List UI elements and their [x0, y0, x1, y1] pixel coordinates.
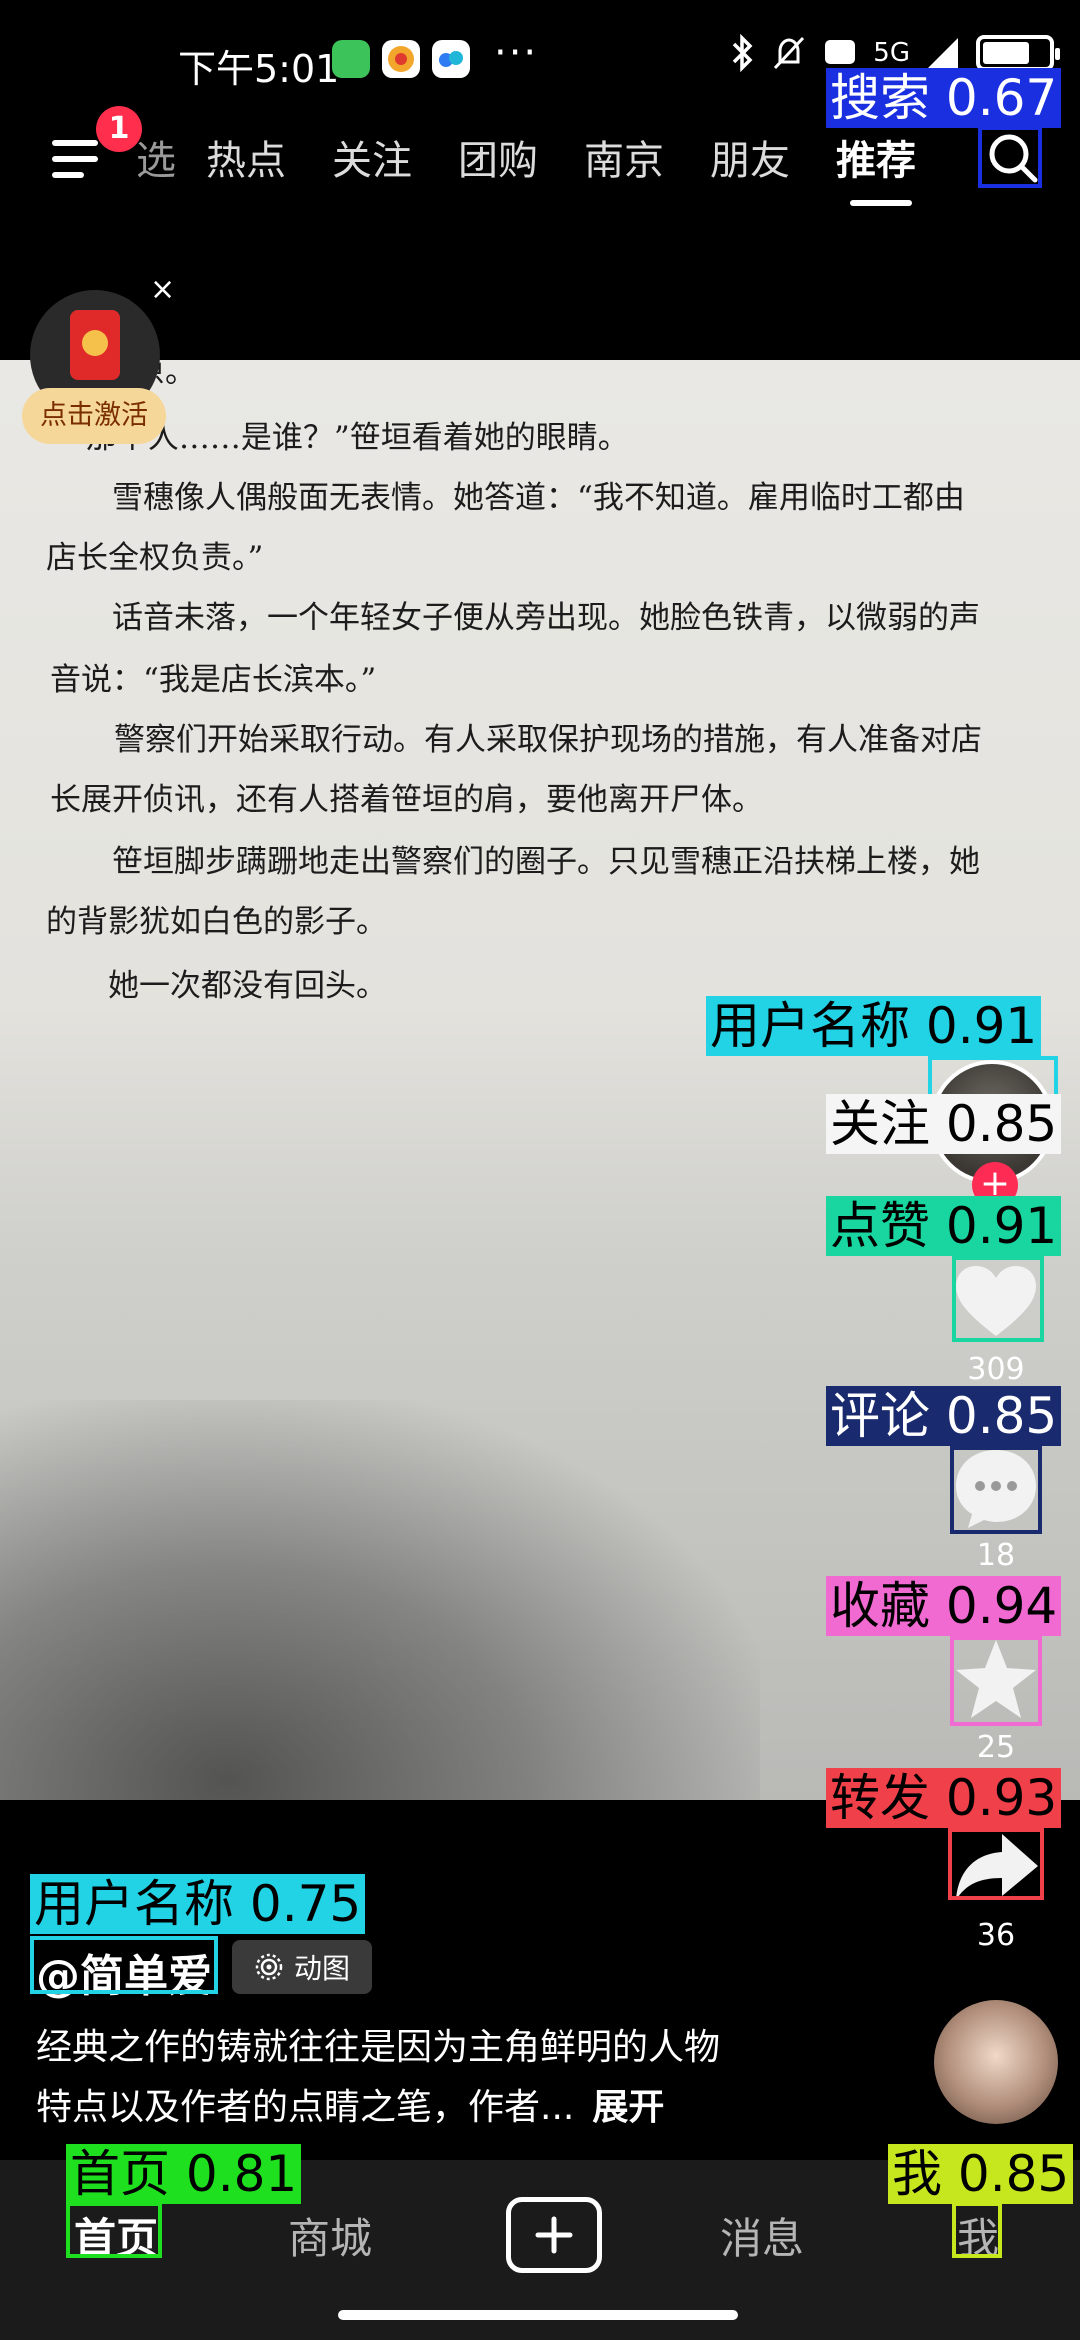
- detection-label-comment: 评论 0.85: [826, 1386, 1062, 1446]
- tab-friends[interactable]: 朋友: [710, 128, 790, 186]
- live-photo-icon: [255, 1953, 283, 1981]
- bluetooth-icon: [733, 34, 753, 72]
- detection-label-search: 搜索 0.67: [826, 68, 1062, 128]
- tab-hot[interactable]: 热点: [206, 128, 286, 186]
- post-description-line2: 特点以及作者的点睛之笔，作者... 展开: [36, 2078, 664, 2130]
- detection-label-home: 首页 0.81: [66, 2144, 302, 2204]
- activate-button[interactable]: 点击激活: [22, 388, 166, 444]
- tab-partial[interactable]: 选: [136, 128, 176, 186]
- close-icon[interactable]: ×: [150, 272, 175, 307]
- detection-label-follow: 关注 0.85: [826, 1094, 1062, 1154]
- animated-image-chip[interactable]: 动图: [232, 1940, 372, 1994]
- plus-icon: [535, 2216, 573, 2254]
- music-avatar[interactable]: [934, 2000, 1058, 2124]
- status-right-icons: 5G: [729, 34, 1060, 72]
- detection-box-favorite: [950, 1636, 1042, 1726]
- book-line: 的背影犹如白色的影子。: [46, 904, 387, 940]
- book-line: 雪穗像人偶般面无表情。她答道：“我不知道。雇用临时工都由: [50, 480, 965, 516]
- book-line: 长展开侦讯，还有人搭着笹垣的肩，要他离开尸体。: [50, 782, 763, 818]
- detection-box-me: [952, 2202, 1002, 2258]
- detection-label-share: 转发 0.93: [826, 1768, 1062, 1828]
- favorite-count: 25: [976, 1730, 1016, 1765]
- green-app-icon: [332, 40, 370, 78]
- nav-mall[interactable]: 商城: [260, 2205, 400, 2266]
- status-more-dots: ···: [494, 30, 539, 76]
- book-line: 笹垣脚步蹒跚地走出警察们的圈子。只见雪穗正沿扶梯上楼，她: [50, 844, 980, 880]
- share-count: 36: [976, 1918, 1016, 1953]
- nav-messages[interactable]: 消息: [692, 2205, 832, 2266]
- message-status-icon: [825, 40, 856, 64]
- tab-recommend[interactable]: 推荐: [836, 128, 916, 186]
- active-tab-indicator: [850, 200, 912, 206]
- book-line: 警察们开始采取行动。有人采取保护现场的措施，有人准备对店: [52, 722, 982, 758]
- comment-count: 18: [976, 1538, 1016, 1573]
- create-post-button[interactable]: [506, 2197, 602, 2273]
- expand-button[interactable]: 展开: [592, 2087, 664, 2128]
- post-description-line1: 经典之作的铸就往往是因为主角鲜明的人物: [36, 2027, 721, 2068]
- like-count: 309: [967, 1352, 1025, 1387]
- detection-box-share: [948, 1828, 1044, 1900]
- post-description-text: 特点以及作者的点睛之笔，作者...: [36, 2087, 575, 2128]
- detection-box-comment: [950, 1446, 1042, 1534]
- book-line: 话音未落，一个年轻女子便从旁出现。她脸色铁青，以微弱的声: [50, 600, 980, 636]
- detection-label-like: 点赞 0.91: [826, 1196, 1062, 1256]
- signal-icon: [928, 38, 958, 68]
- detection-box-like: [952, 1256, 1044, 1342]
- cloud-app-icon: [432, 40, 470, 78]
- book-line: 店长全权负责。”: [46, 540, 264, 576]
- detection-box-username-bottom: [30, 1936, 218, 1994]
- book-line: 音说：“我是店长滨本。”: [50, 662, 377, 698]
- animated-image-label: 动图: [293, 1952, 350, 1985]
- network-label: 5G: [873, 38, 910, 68]
- status-time: 下午5:01: [178, 47, 340, 91]
- coin-icon: [82, 330, 108, 356]
- detection-label-username-right: 用户名称 0.91: [706, 996, 1042, 1056]
- 58-app-icon: [382, 40, 420, 78]
- battery-icon: [976, 35, 1060, 71]
- book-line: 她一次都没有回头。: [46, 968, 387, 1004]
- hand-shadow: [0, 1400, 760, 1800]
- bell-muted-icon: [774, 36, 805, 70]
- tab-nanjing[interactable]: 南京: [584, 128, 664, 186]
- detection-label-favorite: 收藏 0.94: [826, 1576, 1062, 1636]
- detection-label-username-bottom: 用户名称 0.75: [30, 1874, 366, 1934]
- home-indicator: [338, 2310, 738, 2320]
- tab-group-buy[interactable]: 团购: [458, 128, 538, 186]
- detection-box-search: [978, 126, 1042, 188]
- detection-box-home: [66, 2202, 162, 2258]
- tab-follow[interactable]: 关注: [332, 128, 412, 186]
- detection-label-me: 我 0.85: [888, 2144, 1074, 2204]
